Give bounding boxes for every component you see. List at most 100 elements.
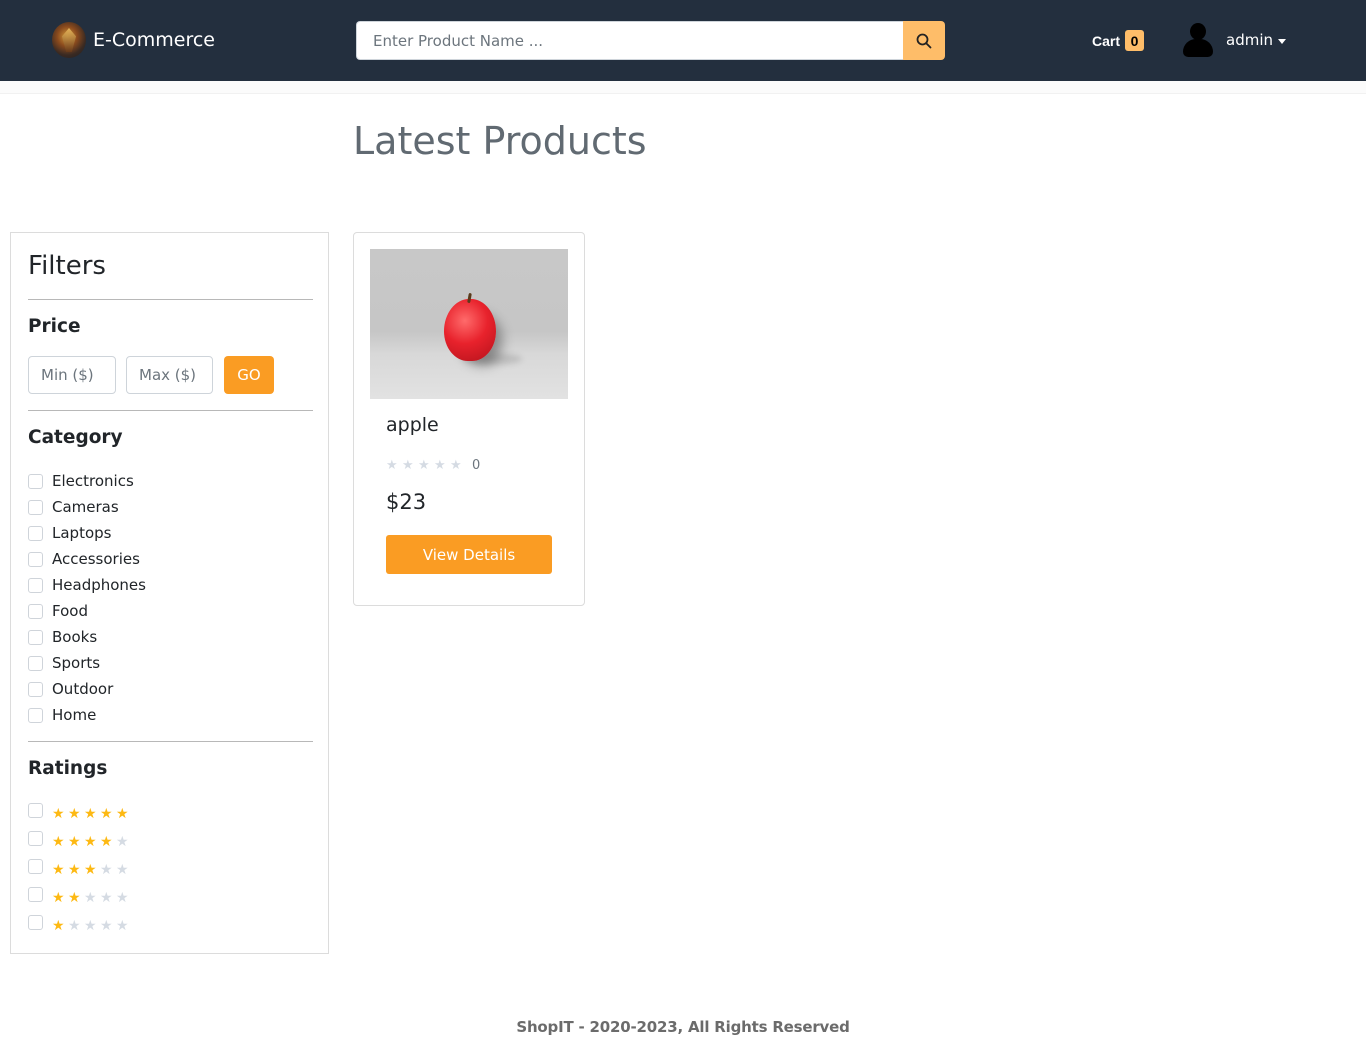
category-checkbox[interactable]: [28, 655, 43, 671]
search-bar: [356, 21, 945, 60]
category-item[interactable]: Headphones: [28, 572, 308, 598]
star-empty-icon: ★: [84, 918, 97, 934]
rating-stars: ★ ★ ★ ★ ★: [52, 891, 132, 905]
star-filled-icon: ★: [84, 862, 97, 878]
category-label: Food: [52, 602, 88, 620]
cart-count-badge: 0: [1125, 30, 1145, 51]
ratings-title: Ratings: [28, 758, 108, 779]
star-empty-icon: ★: [84, 890, 97, 906]
category-label: Outdoor: [52, 680, 114, 698]
star-filled-icon: ★: [52, 834, 65, 850]
product-name[interactable]: apple: [386, 414, 439, 436]
star-empty-icon: ★: [434, 457, 446, 473]
rating-checkbox[interactable]: [28, 831, 43, 846]
rating-item-4[interactable]: ★ ★ ★ ★ ★: [28, 829, 308, 857]
filters-title: Filters: [28, 251, 106, 281]
star-empty-icon: ★: [116, 890, 129, 906]
product-stars: ★ ★ ★ ★ ★: [386, 457, 466, 473]
rating-stars: ★ ★ ★ ★ ★: [52, 919, 132, 933]
star-empty-icon: ★: [418, 457, 430, 473]
footer-text: ShopIT - 2020-2023, All Rights Reserved: [516, 1018, 850, 1036]
product-rating: ★ ★ ★ ★ ★ 0: [386, 458, 480, 473]
category-label: Home: [52, 706, 97, 724]
category-checkbox[interactable]: [28, 577, 43, 593]
star-empty-icon: ★: [386, 457, 398, 473]
star-empty-icon: ★: [100, 918, 113, 934]
category-checkbox[interactable]: [28, 629, 43, 645]
rating-checkbox[interactable]: [28, 915, 43, 930]
search-icon: [916, 33, 932, 48]
divider: [28, 410, 313, 411]
star-filled-icon: ★: [52, 918, 65, 934]
rating-item-2[interactable]: ★ ★ ★ ★ ★: [28, 885, 308, 913]
star-filled-icon: ★: [100, 806, 113, 822]
search-button[interactable]: [903, 21, 945, 60]
search-input[interactable]: [356, 21, 903, 60]
navbar-subline: [0, 81, 1366, 94]
divider: [28, 299, 313, 300]
product-image[interactable]: [370, 249, 568, 399]
category-item[interactable]: Accessories: [28, 546, 308, 572]
star-filled-icon: ★: [84, 834, 97, 850]
category-checkbox[interactable]: [28, 499, 43, 515]
category-label: Electronics: [52, 472, 134, 490]
rating-item-5[interactable]: ★ ★ ★ ★ ★: [28, 801, 308, 829]
category-item[interactable]: Home: [28, 702, 308, 728]
star-empty-icon: ★: [116, 918, 129, 934]
category-checkbox[interactable]: [28, 603, 43, 619]
category-label: Sports: [52, 654, 101, 672]
rating-stars: ★ ★ ★ ★ ★: [52, 863, 132, 877]
star-empty-icon: ★: [100, 890, 113, 906]
max-price-input[interactable]: [126, 356, 213, 394]
price-go-button[interactable]: GO: [224, 356, 274, 394]
divider: [28, 741, 313, 742]
navbar: E-Commerce Cart 0 admin: [0, 0, 1366, 81]
category-item[interactable]: Outdoor: [28, 676, 308, 702]
cart-label: Cart: [1092, 32, 1121, 49]
rating-checkbox[interactable]: [28, 859, 43, 874]
rating-item-3[interactable]: ★ ★ ★ ★ ★: [28, 857, 308, 885]
star-filled-icon: ★: [84, 806, 97, 822]
star-empty-icon: ★: [402, 457, 414, 473]
cart-link[interactable]: Cart 0: [1092, 30, 1145, 51]
brand-link[interactable]: E-Commerce: [52, 22, 215, 58]
filters-panel: Filters Price GO Category Electronics Cam…: [10, 232, 329, 954]
view-details-button[interactable]: View Details: [386, 535, 552, 574]
star-filled-icon: ★: [68, 862, 81, 878]
category-label: Accessories: [52, 550, 140, 568]
category-item[interactable]: Electronics: [28, 468, 308, 494]
category-checkbox[interactable]: [28, 707, 43, 723]
category-checkbox[interactable]: [28, 473, 43, 489]
avatar: [1182, 21, 1214, 59]
category-checkbox[interactable]: [28, 551, 43, 567]
star-empty-icon: ★: [68, 918, 81, 934]
chevron-down-icon: [1278, 38, 1286, 44]
rating-checkbox[interactable]: [28, 803, 43, 818]
star-filled-icon: ★: [116, 806, 129, 822]
category-checkbox[interactable]: [28, 681, 43, 697]
min-price-input[interactable]: [28, 356, 116, 394]
rating-item-1[interactable]: ★ ★ ★ ★ ★: [28, 913, 308, 941]
category-label: Headphones: [52, 576, 146, 594]
category-checkbox[interactable]: [28, 525, 43, 541]
category-item[interactable]: Cameras: [28, 494, 308, 520]
category-label: Laptops: [52, 524, 112, 542]
category-item[interactable]: Books: [28, 624, 308, 650]
star-filled-icon: ★: [68, 834, 81, 850]
category-item[interactable]: Food: [28, 598, 308, 624]
category-item[interactable]: Laptops: [28, 520, 308, 546]
star-filled-icon: ★: [52, 890, 65, 906]
star-empty-icon: ★: [450, 457, 462, 473]
product-price: $23: [386, 490, 427, 514]
category-label: Cameras: [52, 498, 119, 516]
category-title: Category: [28, 427, 123, 448]
rating-checkbox[interactable]: [28, 887, 43, 902]
star-filled-icon: ★: [52, 862, 65, 878]
category-list: Electronics Cameras Laptops Accessories Head…: [28, 468, 308, 728]
star-empty-icon: ★: [116, 862, 129, 878]
category-item[interactable]: Sports: [28, 650, 308, 676]
star-empty-icon: ★: [116, 834, 129, 850]
user-menu-toggle[interactable]: admin: [1182, 21, 1286, 59]
category-label: Books: [52, 628, 98, 646]
product-card: apple ★ ★ ★ ★ ★ 0 $23 View Details: [353, 232, 585, 606]
